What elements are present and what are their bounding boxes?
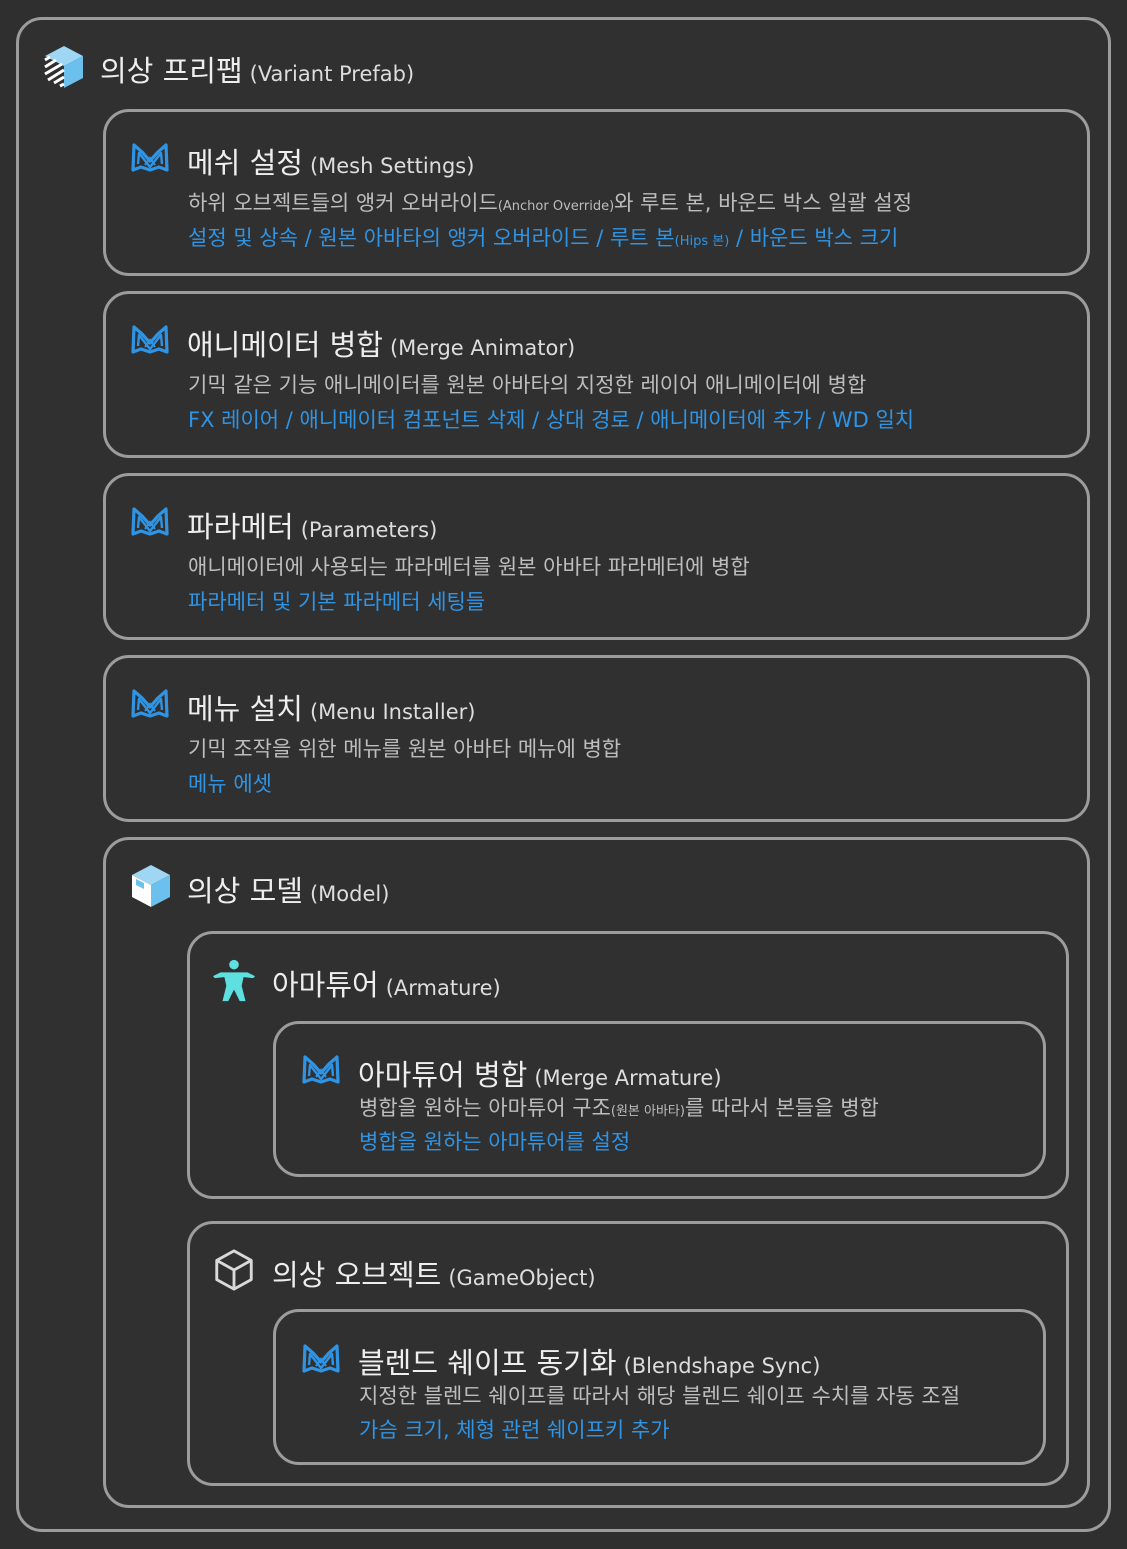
menu-link[interactable]: 메뉴 에셋 xyxy=(188,768,272,798)
mesh-subtitle: (Mesh Settings) xyxy=(309,154,475,178)
parameters-header: 파라메터 (Parameters) xyxy=(187,504,437,546)
mesh-description: 하위 오브젝트들의 앵커 오버라이드(Anchor Override)와 루트 … xyxy=(188,191,913,215)
merge-animator-header: 애니메이터 병합 (Merge Animator) xyxy=(187,322,575,364)
armature-header: 아마튜어 (Armature) xyxy=(272,962,501,1004)
ma-logo-icon xyxy=(128,505,172,537)
ma-logo-icon xyxy=(299,1053,343,1085)
mesh-link[interactable]: 설정 및 상속 / 원본 아바타의 앵커 오버라이드 / 루트 본(Hips 본… xyxy=(188,222,898,252)
blendshape-header: 블렌드 쉐이프 동기화 (Blendshape Sync) xyxy=(358,1340,820,1382)
mesh-title: 메쉬 설정 xyxy=(187,146,303,180)
prefab-icon xyxy=(127,862,175,910)
parameters-link[interactable]: 파라메터 및 기본 파라메터 세팅들 xyxy=(188,586,485,616)
gameobject-header: 의상 오브젝트 (GameObject) xyxy=(272,1252,596,1294)
parameters-description: 애니메이터에 사용되는 파라메터를 원본 아바타 파라메터에 병합 xyxy=(188,555,750,579)
menu-title: 메뉴 설치 xyxy=(187,692,303,726)
parameters-subtitle: (Parameters) xyxy=(300,518,438,542)
root-header: 의상 프리팹 (Variant Prefab) xyxy=(100,48,414,90)
model-subtitle: (Model) xyxy=(309,882,390,906)
model-header: 의상 모델 (Model) xyxy=(187,868,389,910)
ma-logo-icon xyxy=(299,1342,343,1374)
avatar-icon xyxy=(211,957,257,1003)
blendshape-description: 지정한 블렌드 쉐이프를 따라서 해당 블렌드 쉐이프 수치를 자동 조절 xyxy=(359,1384,961,1408)
merge-animator-title: 애니메이터 병합 xyxy=(187,328,383,362)
ma-logo-icon xyxy=(128,687,172,719)
merge-armature-subtitle: (Merge Armature) xyxy=(534,1066,722,1090)
ma-logo-icon xyxy=(128,141,172,173)
merge-animator-link[interactable]: FX 레이어 / 애니메이터 컴포넌트 삭제 / 상대 경로 / 애니메이터에 … xyxy=(188,404,914,434)
menu-subtitle: (Menu Installer) xyxy=(309,700,476,724)
merge-animator-subtitle: (Merge Animator) xyxy=(389,336,576,360)
ma-logo-icon xyxy=(128,323,172,355)
armature-title: 아마튜어 xyxy=(272,968,379,1002)
armature-subtitle: (Armature) xyxy=(385,976,501,1000)
menu-description: 기믹 조작을 위한 메뉴를 원본 아바타 메뉴에 병합 xyxy=(188,737,622,761)
root-title: 의상 프리팹 xyxy=(100,54,243,88)
merge-armature-header: 아마튜어 병합 (Merge Armature) xyxy=(358,1052,722,1094)
merge-animator-description: 기믹 같은 기능 애니메이터를 원본 아바타의 지정한 레이어 애니메이터에 병… xyxy=(188,373,867,397)
merge-armature-title: 아마튜어 병합 xyxy=(358,1058,528,1092)
prefab-variant-icon xyxy=(40,43,88,91)
parameters-title: 파라메터 xyxy=(187,510,294,544)
mesh-header: 메쉬 설정 (Mesh Settings) xyxy=(187,140,474,182)
blendshape-subtitle: (Blendshape Sync) xyxy=(623,1354,821,1378)
root-subtitle: (Variant Prefab) xyxy=(249,62,415,86)
merge-armature-description: 병합을 원하는 아마튜어 구조(원본 아바타)를 따라서 본들을 병합 xyxy=(359,1096,879,1120)
gameobject-title: 의상 오브젝트 xyxy=(272,1258,442,1292)
gameobject-subtitle: (GameObject) xyxy=(448,1266,596,1290)
merge-armature-link[interactable]: 병합을 원하는 아마튜어를 설정 xyxy=(359,1126,630,1156)
blendshape-link[interactable]: 가슴 크기, 체형 관련 쉐이프키 추가 xyxy=(359,1414,670,1444)
blendshape-title: 블렌드 쉐이프 동기화 xyxy=(358,1346,617,1380)
gameobject-icon xyxy=(211,1247,257,1293)
menu-header: 메뉴 설치 (Menu Installer) xyxy=(187,686,475,728)
model-title: 의상 모델 xyxy=(187,874,303,908)
